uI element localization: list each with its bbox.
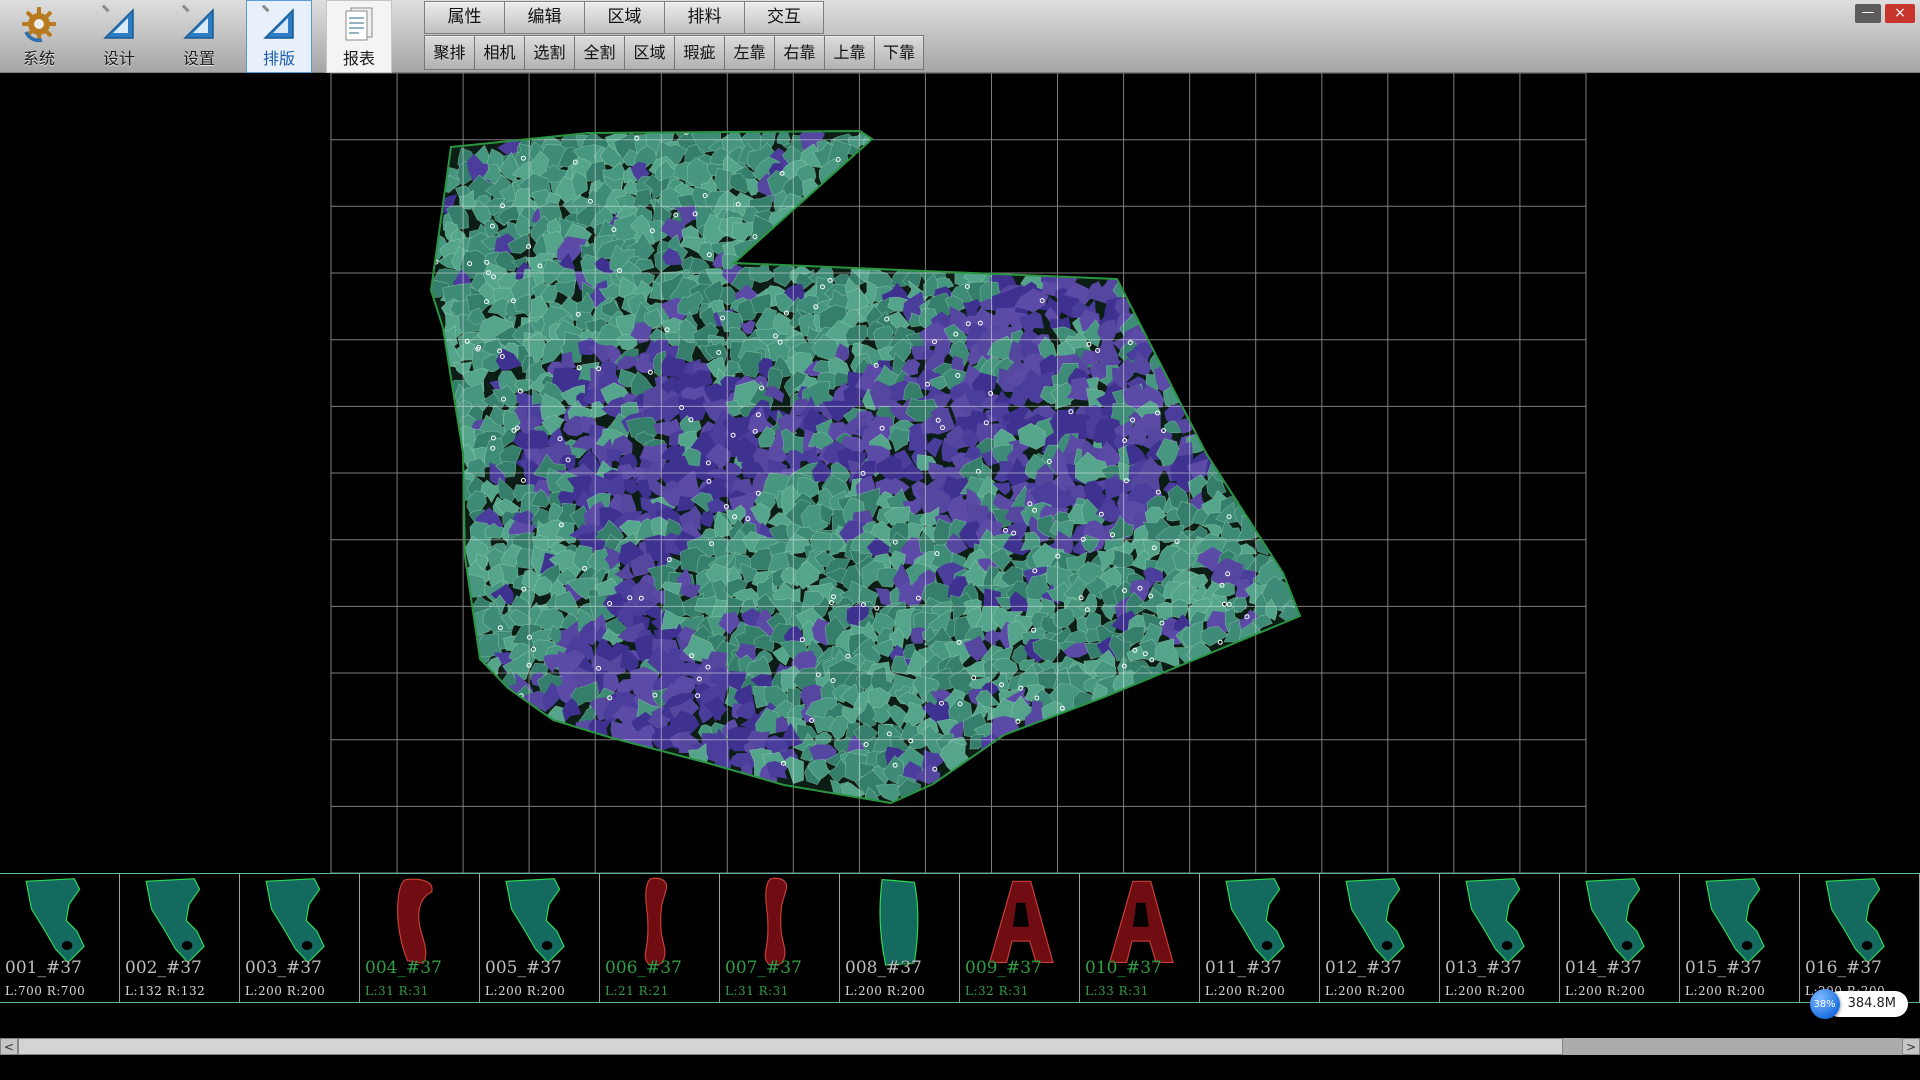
report-icon [340, 5, 378, 43]
piece-lr-label: L:700 R:700 [5, 984, 85, 998]
piece-id-label: 014_#37 [1565, 958, 1642, 978]
horizontal-scrollbar: < > [0, 1038, 1920, 1055]
triangle-ruler-icon [180, 5, 218, 43]
tab-edit[interactable]: 编辑 [504, 1, 584, 34]
piece-thumb-016_#37[interactable]: 016_#37L:200 R:200 [1800, 874, 1920, 1002]
piece-lr-label: L:200 R:200 [1565, 984, 1645, 998]
piece-thumb-001_#37[interactable]: 001_#37 L:700 R:700 [0, 874, 120, 1002]
piece-thumb-002_#37[interactable]: 002_#37 L:132 R:132 [120, 874, 240, 1002]
piece-thumb-007_#37[interactable]: 007_#37 L:31 R:31 [720, 874, 840, 1002]
tool-snap-left[interactable]: 左靠 [724, 35, 774, 70]
piece-thumb-003_#37[interactable]: 003_#37 L:200 R:200 [240, 874, 360, 1002]
piece-id-label: 001_#37 [5, 958, 82, 978]
piece-thumb-014_#37[interactable]: 014_#37 L:200 R:200 [1560, 874, 1680, 1002]
piece-lr-label: L:200 R:200 [1325, 984, 1405, 998]
piece-thumb-005_#37[interactable]: 005_#37 L:200 R:200 [480, 874, 600, 1002]
piece-id-label: 008_#37 [845, 958, 922, 978]
piece-lr-label: L:200 R:200 [1445, 984, 1525, 998]
progress-indicator: 384.8M 38% [1810, 988, 1908, 1020]
piece-thumb-011_#37[interactable]: 011_#37 L:200 R:200 [1200, 874, 1320, 1002]
piece-thumb-004_#37[interactable]: 004_#37 L:31 R:31 [360, 874, 480, 1002]
piece-thumb-010_#37[interactable]: 010_#37 L:33 R:31 [1080, 874, 1200, 1002]
piece-lr-label: L:33 R:31 [1085, 984, 1149, 998]
piece-id-label: 003_#37 [245, 958, 322, 978]
piece-lr-label: L:31 R:31 [725, 984, 789, 998]
piece-id-label: 011_#37 [1205, 958, 1282, 978]
piece-id-label: 013_#37 [1445, 958, 1522, 978]
piece-thumb-015_#37[interactable]: 015_#37 L:200 R:200 [1680, 874, 1800, 1002]
app-toolbar: 系统 设计 设置 [6, 0, 392, 73]
piece-thumb-008_#37[interactable]: 008_#37 L:200 R:200 [840, 874, 960, 1002]
triangle-ruler-icon [100, 5, 138, 43]
minimize-button[interactable]: — [1855, 4, 1881, 23]
app-layout-label: 排版 [263, 45, 295, 69]
triangle-ruler-icon [260, 5, 298, 43]
scroll-right-arrow[interactable]: > [1902, 1038, 1920, 1055]
app-report-label: 报表 [343, 45, 375, 69]
tool-region[interactable]: 区域 [624, 35, 674, 70]
piece-strip: 001_#37 L:700 R:700 002_#37 L:132 R:132 003_… [0, 873, 1920, 1003]
piece-id-label: 010_#37 [1085, 958, 1162, 978]
piece-id-label: 004_#37 [365, 958, 442, 978]
nesting-canvas[interactable] [0, 73, 1920, 873]
tool-select-cut[interactable]: 选割 [524, 35, 574, 70]
tab-region[interactable]: 区域 [584, 1, 664, 34]
piece-thumb-009_#37[interactable]: 009_#37 L:32 R:31 [960, 874, 1080, 1002]
piece-thumb-006_#37[interactable]: 006_#37 L:21 R:21 [600, 874, 720, 1002]
app-design-button[interactable]: 设计 [86, 0, 152, 73]
app-layout-button[interactable]: 排版 [246, 0, 312, 73]
progress-badge: 38% [1810, 989, 1840, 1019]
close-button[interactable]: × [1885, 4, 1915, 23]
app-settings-button[interactable]: 设置 [166, 0, 232, 73]
tool-cut-all[interactable]: 全割 [574, 35, 624, 70]
piece-thumb-012_#37[interactable]: 012_#37 L:200 R:200 [1320, 874, 1440, 1002]
piece-id-label: 007_#37 [725, 958, 802, 978]
scrollbar-track[interactable] [18, 1038, 1902, 1055]
tool-snap-bottom[interactable]: 下靠 [874, 35, 924, 70]
tab-interact[interactable]: 交互 [744, 1, 824, 34]
app-settings-label: 设置 [183, 45, 215, 69]
gear-icon [20, 5, 58, 43]
scroll-left-arrow[interactable]: < [0, 1038, 18, 1055]
scrollbar-thumb[interactable] [18, 1038, 1563, 1055]
app-system-label: 系统 [23, 45, 55, 69]
piece-lr-label: L:200 R:200 [845, 984, 925, 998]
piece-lr-label: L:200 R:200 [1685, 984, 1765, 998]
app-design-label: 设计 [103, 45, 135, 69]
piece-id-label: 009_#37 [965, 958, 1042, 978]
piece-lr-label: L:32 R:31 [965, 984, 1029, 998]
piece-lr-label: L:200 R:200 [245, 984, 325, 998]
piece-lr-label: L:200 R:200 [1205, 984, 1285, 998]
piece-id-label: 002_#37 [125, 958, 202, 978]
window-controls: — × [1855, 4, 1915, 23]
tab-nesting[interactable]: 排料 [664, 1, 744, 34]
piece-lr-label: L:31 R:31 [365, 984, 429, 998]
titlebar: 系统 设计 设置 [0, 0, 1920, 73]
tool-camera[interactable]: 相机 [474, 35, 524, 70]
tool-defect[interactable]: 瑕疵 [674, 35, 724, 70]
piece-id-label: 005_#37 [485, 958, 562, 978]
tab-row: 属性 编辑 区域 排料 交互 [424, 1, 924, 34]
tool-snap-right[interactable]: 右靠 [774, 35, 824, 70]
piece-id-label: 006_#37 [605, 958, 682, 978]
app-system-button[interactable]: 系统 [6, 0, 72, 73]
piece-thumb-013_#37[interactable]: 013_#37 L:200 R:200 [1440, 874, 1560, 1002]
ribbon-menus: 属性 编辑 区域 排料 交互 聚排 相机 选割 全割 区域 瑕疵 左靠 右靠 上… [424, 1, 924, 70]
piece-id-label: 016_#37 [1805, 958, 1882, 978]
piece-id-label: 015_#37 [1685, 958, 1762, 978]
nesting-svg [0, 73, 1920, 873]
piece-id-label: 012_#37 [1325, 958, 1402, 978]
app-window: 系统 设计 设置 [0, 0, 1920, 1080]
tab-properties[interactable]: 属性 [424, 1, 504, 34]
piece-lr-label: L:200 R:200 [485, 984, 565, 998]
tool-snap-top[interactable]: 上靠 [824, 35, 874, 70]
piece-lr-label: L:21 R:21 [605, 984, 669, 998]
piece-list: 001_#37 L:700 R:700 002_#37 L:132 R:132 003_… [0, 874, 1920, 1002]
app-report-button[interactable]: 报表 [326, 0, 392, 73]
tool-cluster-nest[interactable]: 聚排 [424, 35, 474, 70]
tool-row: 聚排 相机 选割 全割 区域 瑕疵 左靠 右靠 上靠 下靠 [424, 35, 924, 70]
piece-lr-label: L:132 R:132 [125, 984, 205, 998]
